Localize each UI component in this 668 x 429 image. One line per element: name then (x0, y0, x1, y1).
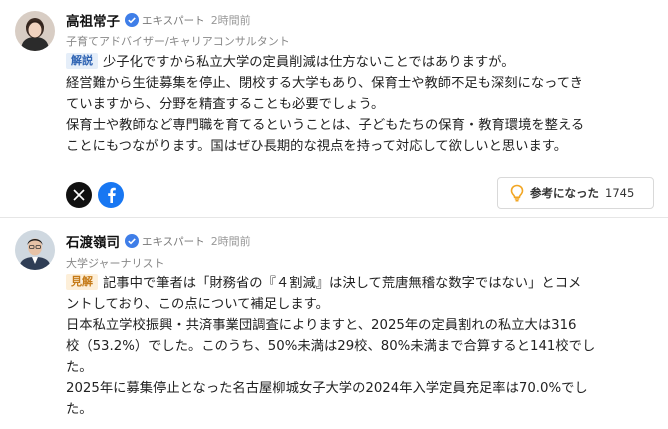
avatar[interactable] (15, 11, 55, 51)
author-row: 石渡嶺司 エキスパート 2時間前 (66, 231, 251, 251)
author-role: 子育てアドバイザー/キャリアコンサルタント (66, 35, 290, 48)
tag-kenkai: 見解 (66, 274, 98, 290)
comment-line: 経営難から生徒募集を停止、閉校する大学もあり、保育士や教師不足も深刻になってき (66, 76, 583, 91)
x-icon (73, 189, 85, 201)
helpful-button[interactable]: 参考になった 1745 (497, 177, 654, 209)
comment-body: 解説 少子化ですから私立大学の定員削減は仕方ないことではありますが。 経営難から生… (66, 52, 662, 157)
comment-line: 日本私立学校振興・共済事業団調査によりますと、2025年の定員割れの私立大は31… (66, 318, 577, 333)
facebook-icon (108, 187, 116, 203)
share-facebook-button[interactable] (98, 182, 124, 208)
comment-line: 2025年に募集停止となった名古屋柳城女子大学の2024年入学定員充足率は70.… (66, 381, 588, 396)
comment-line: 校（53.2%）でした。このうち、50%未満は29校、80%未満まで合算すると1… (66, 339, 596, 354)
expert-label: エキスパート (142, 235, 205, 248)
comment-line: ていますから、分野を精査することも必要でしょう。 (66, 97, 385, 112)
expert-badge: エキスパート (125, 13, 205, 28)
expert-label: エキスパート (142, 14, 205, 27)
lightbulb-icon (510, 184, 524, 202)
avatar[interactable] (15, 230, 55, 270)
timestamp: 2時間前 (210, 14, 251, 27)
comment-line: 記事中で筆者は「財務省の『４割減』は決して荒唐無稽な数字ではない」とコメ (103, 276, 582, 291)
author-role: 大学ジャーナリスト (66, 257, 165, 270)
helpful-count: 1745 (605, 186, 635, 200)
helpful-label: 参考になった (530, 186, 599, 200)
comment-body: 見解 記事中で筆者は「財務省の『４割減』は決して荒唐無稽な数字ではない」とコメ ン… (66, 273, 662, 420)
author-row: 高祖常子 エキスパート 2時間前 (66, 10, 251, 30)
comment-line: た。 (66, 360, 93, 375)
comment-line: た。 (66, 402, 93, 417)
author-name[interactable]: 高祖常子 (66, 10, 120, 30)
author-name[interactable]: 石渡嶺司 (66, 231, 120, 251)
verified-check-icon (125, 13, 139, 27)
comment-line: 保育士や教師など専門職を育てるということは、子どもたちの保育・教育環境を整える (66, 118, 585, 133)
share-x-button[interactable] (66, 182, 92, 208)
timestamp: 2時間前 (210, 235, 251, 248)
tag-kaisetsu: 解説 (66, 53, 98, 69)
expert-badge: エキスパート (125, 234, 205, 249)
comment-card: 高祖常子 エキスパート 2時間前 子育てアドバイザー/キャリアコンサルタント 解… (0, 0, 668, 218)
comment-line: ことにもつながります。国はぜひ長期的な視点を持って対応して欲しいと思います。 (66, 139, 568, 154)
verified-check-icon (125, 234, 139, 248)
comment-line: ントしており、この点について補足します。 (66, 297, 329, 312)
comment-line: 少子化ですから私立大学の定員削減は仕方ないことではありますが。 (103, 55, 515, 70)
